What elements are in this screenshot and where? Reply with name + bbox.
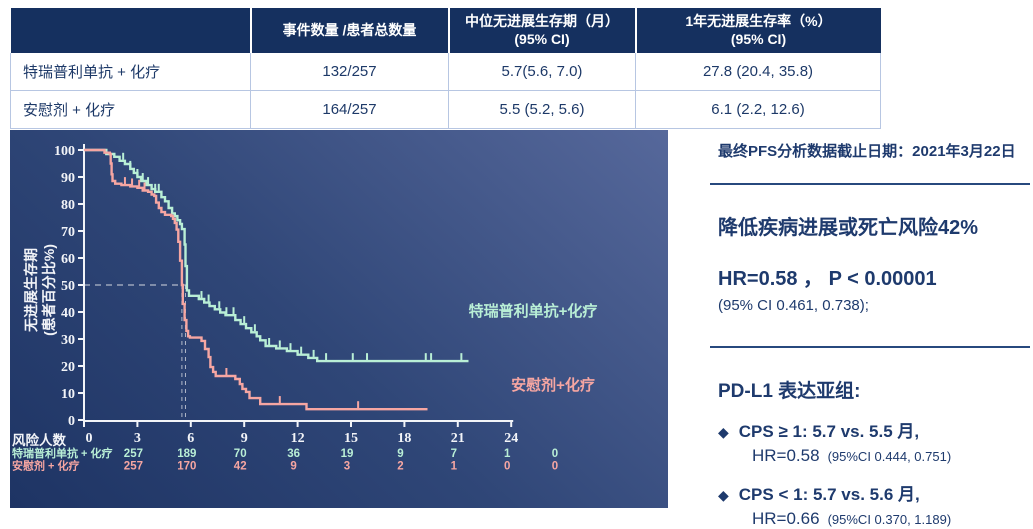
- risk-value: 170: [177, 461, 196, 473]
- diamond-bullet-icon: ◆: [718, 487, 729, 504]
- risk-value: 9: [397, 448, 403, 460]
- group-label-toripalimab: 特瑞普利单抗 + 化疗: [11, 53, 251, 91]
- km-curve-placebo: [84, 150, 428, 409]
- risk-row-label-placebo: 安慰剂 + 化疗: [12, 459, 80, 473]
- legend-label-placebo: 安慰剂+化疗: [511, 376, 595, 394]
- y-axis-title-line1: 无进展生存期: [23, 248, 39, 333]
- y-tick-label: 10: [61, 387, 75, 402]
- rate-toripalimab: 27.8 (20.4, 35.8): [636, 53, 881, 91]
- km-chart: 010203040506070809010003691215182124无进展生…: [10, 130, 668, 508]
- risk-value: 2: [397, 461, 403, 473]
- risk-value: 7: [451, 448, 457, 460]
- subgroup-cps-lt1-hr-line: HR=0.66 (95%CI 0.370, 1.189): [710, 509, 1030, 529]
- events-toripalimab: 132/257: [251, 53, 449, 91]
- divider-top: [710, 183, 1030, 185]
- x-tick-label: 0: [86, 431, 93, 446]
- risk-value: 0: [552, 448, 558, 460]
- x-tick-label: 3: [134, 431, 141, 446]
- risk-value: 0: [504, 461, 510, 473]
- x-tick-label: 6: [187, 431, 194, 446]
- risk-value: 9: [290, 461, 296, 473]
- risk-value: 1: [504, 448, 511, 460]
- y-tick-label: 50: [61, 279, 75, 294]
- divider-bottom: [710, 346, 1030, 348]
- risk-value: 19: [341, 448, 354, 460]
- subgroup-item-cps-ge1: ◆ CPS ≥ 1: 5.7 vs. 5.5 月,: [710, 417, 1030, 442]
- group-label-placebo: 安慰剂 + 化疗: [11, 91, 251, 129]
- table-row-toripalimab: 特瑞普利单抗 + 化疗 132/257 5.7(5.6, 7.0) 27.8 (…: [11, 53, 881, 91]
- summary-table-header-row: 事件数量 /患者总数量 中位无进展生存期（月） (95% CI) 1年无进展生存…: [11, 8, 881, 53]
- km-chart-panel: 010203040506070809010003691215182124无进展生…: [10, 130, 668, 508]
- risk-table-title: 风险人数: [12, 432, 66, 448]
- y-tick-label: 40: [61, 306, 75, 321]
- header-empty-cell: [11, 8, 251, 53]
- x-tick-label: 15: [344, 431, 358, 446]
- y-tick-label: 100: [54, 144, 75, 159]
- subgroup-cps-ge1-label: CPS ≥ 1: 5.7 vs. 5.5 月,: [739, 417, 919, 442]
- risk-value: 42: [234, 461, 247, 473]
- x-tick-label: 18: [397, 431, 411, 446]
- header-median-line2: (95% CI): [454, 31, 631, 49]
- subgroup-item-cps-lt1: ◆ CPS < 1: 5.7 vs. 5.6 月,: [710, 480, 1030, 505]
- median-toripalimab: 5.7(5.6, 7.0): [449, 53, 636, 91]
- subgroup-cps-ge1-ci: (95%CI 0.444, 0.751): [828, 449, 952, 464]
- y-axis-title-line2: (患者百分比%): [41, 244, 57, 336]
- y-tick-label: 80: [61, 198, 75, 213]
- header-median-cell: 中位无进展生存期（月） (95% CI): [449, 8, 636, 53]
- y-tick-label: 70: [61, 225, 75, 240]
- pfs-summary-table: 事件数量 /患者总数量 中位无进展生存期（月） (95% CI) 1年无进展生存…: [10, 8, 881, 129]
- pdl1-subgroup-title: PD-L1 表达亚组:: [710, 376, 1030, 403]
- risk-value: 189: [177, 448, 196, 460]
- diamond-bullet-icon: ◆: [718, 424, 729, 441]
- risk-row-label-toripalimab: 特瑞普利单抗 + 化疗: [12, 446, 113, 460]
- legend-label-toripalimab: 特瑞普利单抗+化疗: [469, 302, 598, 320]
- y-tick-label: 90: [61, 171, 75, 186]
- km-curve-toripalimab: [84, 150, 469, 361]
- y-tick-label: 30: [61, 333, 75, 348]
- x-tick-label: 12: [291, 431, 305, 446]
- header-median-line1: 中位无进展生存期（月）: [454, 13, 631, 31]
- subgroup-cps-lt1-hr: HR=0.66: [752, 509, 820, 528]
- data-cutoff-note: 最终PFS分析数据截止日期：2021年3月22日: [710, 140, 1030, 161]
- risk-value: 3: [344, 461, 350, 473]
- slide: { "summary_table": { "col_headers": [ {"…: [0, 0, 1033, 510]
- risk-reduction-headline: 降低疾病进展或死亡风险42%: [710, 211, 1030, 240]
- y-tick-label: 0: [68, 414, 75, 429]
- risk-value: 36: [287, 448, 300, 460]
- rate-placebo: 6.1 (2.2, 12.6): [636, 91, 881, 129]
- results-panel: 最终PFS分析数据截止日期：2021年3月22日 降低疾病进展或死亡风险42% …: [710, 140, 1030, 529]
- x-tick-label: 9: [241, 431, 248, 446]
- median-placebo: 5.5 (5.2, 5.6): [449, 91, 636, 129]
- y-tick-label: 60: [61, 252, 75, 267]
- confidence-interval-line: (95% CI 0.461, 0.738);: [710, 297, 1030, 314]
- header-events-cell: 事件数量 /患者总数量: [251, 8, 449, 53]
- subgroup-cps-ge1-hr: HR=0.58: [752, 446, 820, 465]
- x-tick-label: 24: [504, 431, 518, 446]
- table-row-placebo: 安慰剂 + 化疗 164/257 5.5 (5.2, 5.6) 6.1 (2.2…: [11, 91, 881, 129]
- risk-value: 257: [124, 448, 143, 460]
- risk-value: 257: [124, 461, 143, 473]
- risk-value: 0: [552, 461, 558, 473]
- x-tick-label: 21: [451, 431, 465, 446]
- risk-value: 70: [234, 448, 247, 460]
- subgroup-cps-ge1-hr-line: HR=0.58 (95%CI 0.444, 0.751): [710, 446, 1030, 466]
- header-rate-cell: 1年无进展生存率（%） (95% CI): [636, 8, 881, 53]
- subgroup-cps-lt1-label: CPS < 1: 5.7 vs. 5.6 月,: [739, 480, 920, 505]
- risk-value: 1: [451, 461, 458, 473]
- hazard-ratio-line: HR=0.58 ， P < 0.00001: [710, 262, 1030, 291]
- header-rate-line2: (95% CI): [641, 31, 877, 49]
- y-tick-label: 20: [61, 360, 75, 375]
- subgroup-cps-lt1-ci: (95%CI 0.370, 1.189): [828, 512, 952, 527]
- header-rate-line1: 1年无进展生存率（%）: [641, 13, 877, 31]
- events-placebo: 164/257: [251, 91, 449, 129]
- header-events-label: 事件数量 /患者总数量: [256, 22, 444, 40]
